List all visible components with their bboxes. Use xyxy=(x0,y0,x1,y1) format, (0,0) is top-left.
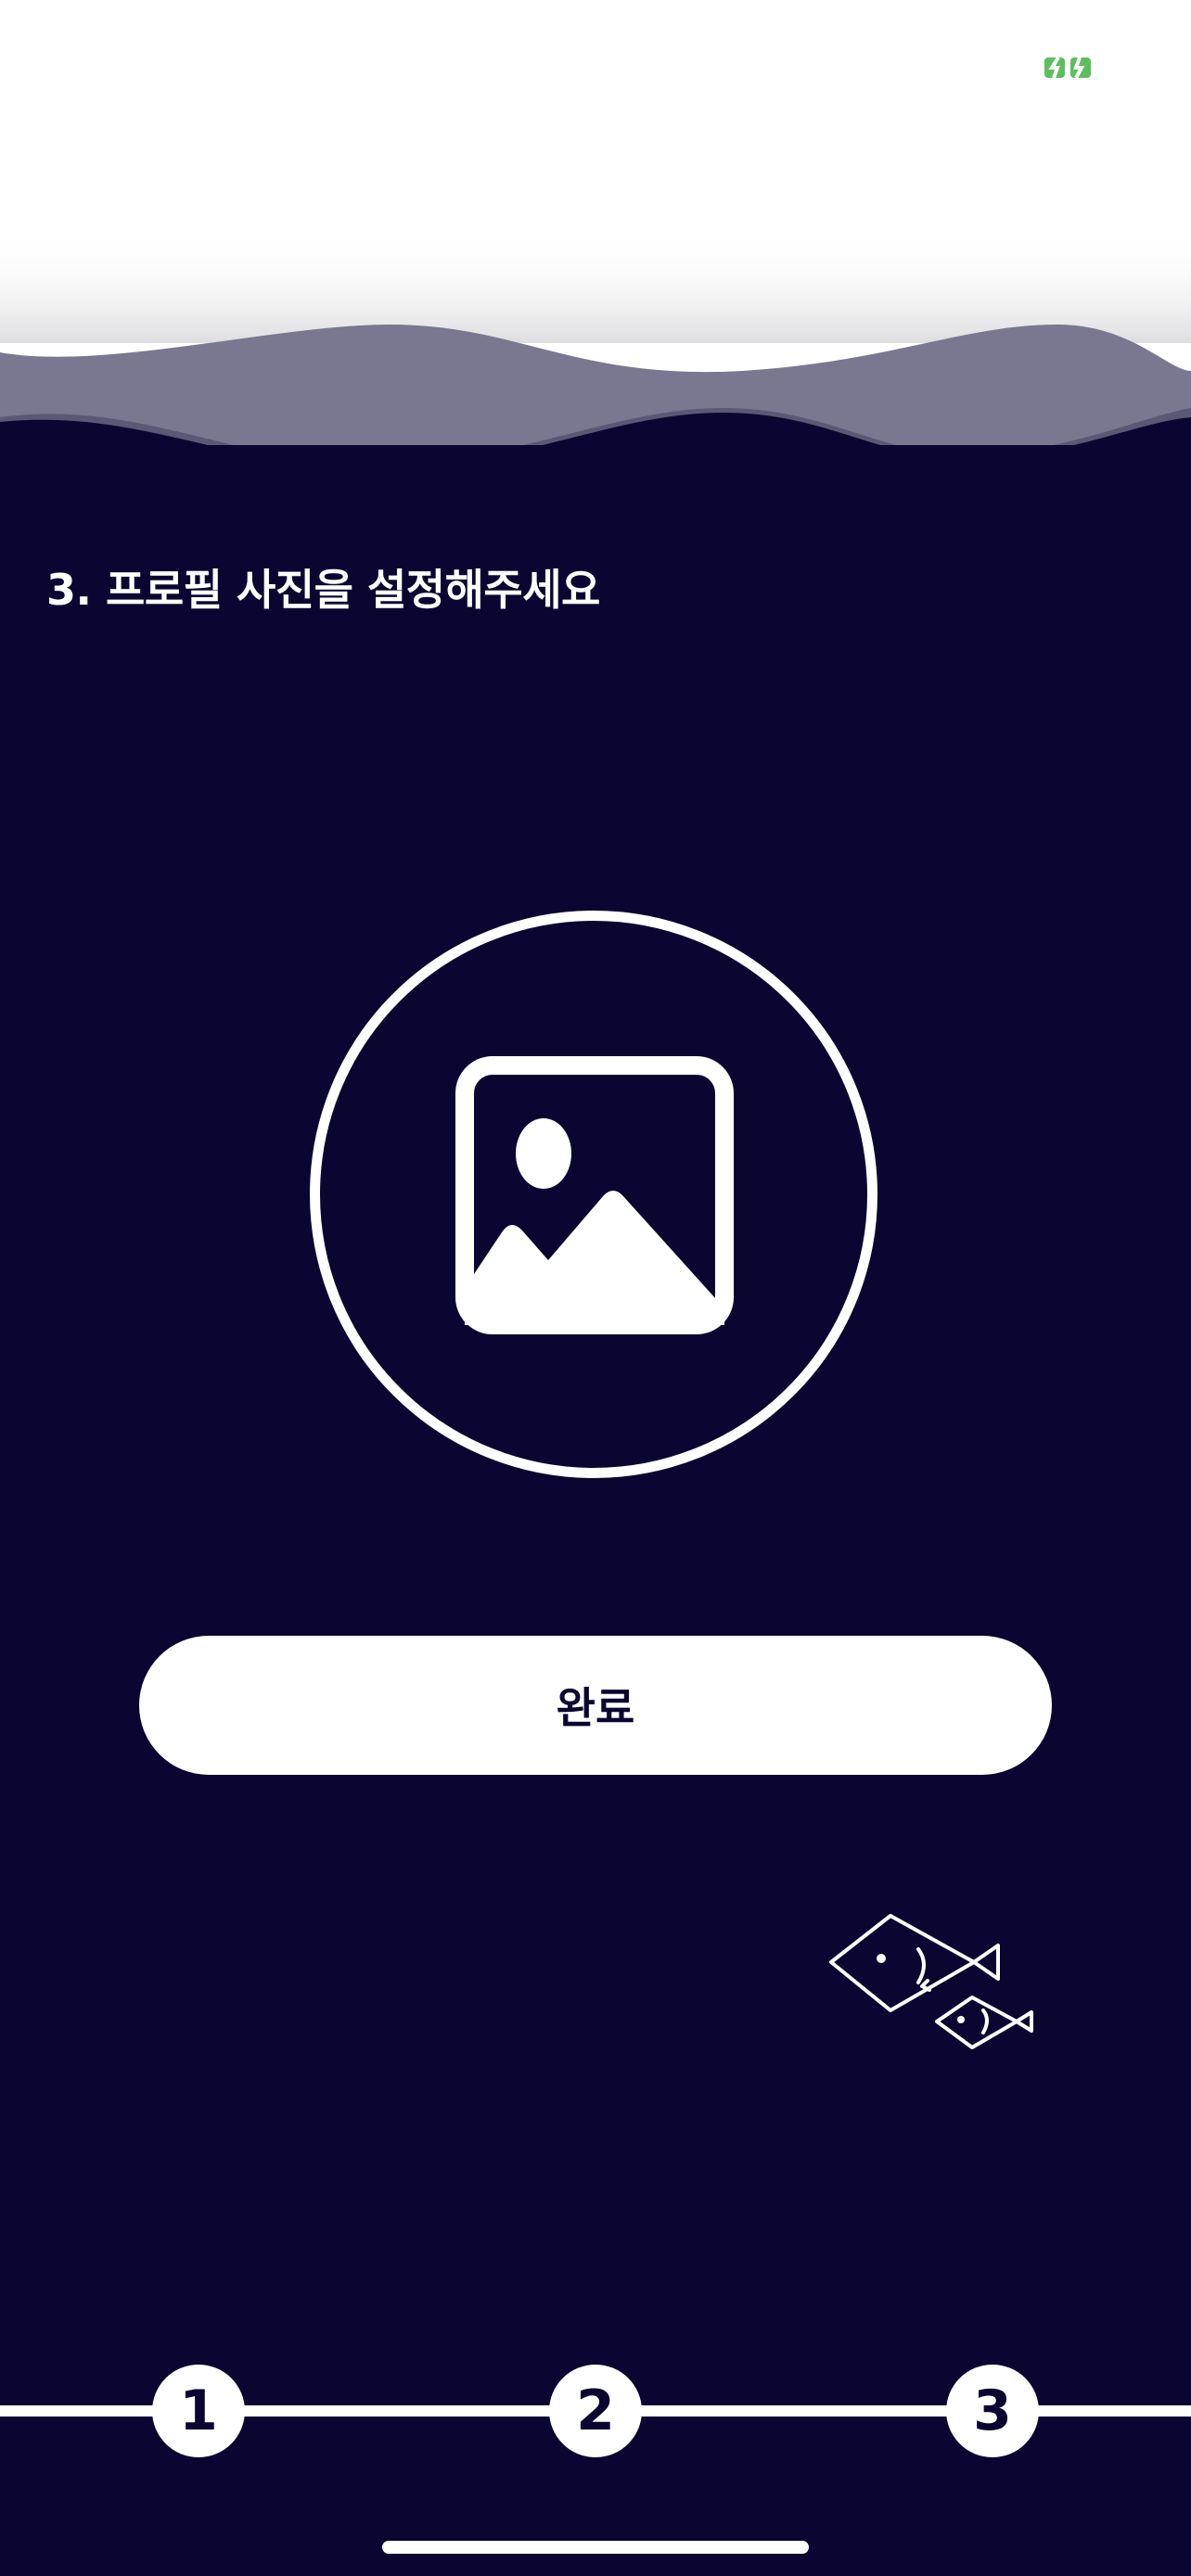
step-title: 3. 프로필 사진을 설정해주세요 xyxy=(46,565,600,615)
complete-button[interactable]: 완료 xyxy=(139,1636,1052,1775)
ocean-background xyxy=(0,445,1191,2576)
step-indicator-3: 3 xyxy=(946,2365,1039,2457)
fish-pair-icon xyxy=(829,1914,1033,2049)
image-placeholder-icon xyxy=(455,1056,734,1334)
home-indicator[interactable] xyxy=(382,2541,809,2554)
step-indicator-2: 2 xyxy=(549,2365,642,2457)
wave-header xyxy=(0,232,1191,519)
profile-photo-picker[interactable] xyxy=(310,911,877,1478)
step-indicator-1: 1 xyxy=(152,2365,245,2457)
